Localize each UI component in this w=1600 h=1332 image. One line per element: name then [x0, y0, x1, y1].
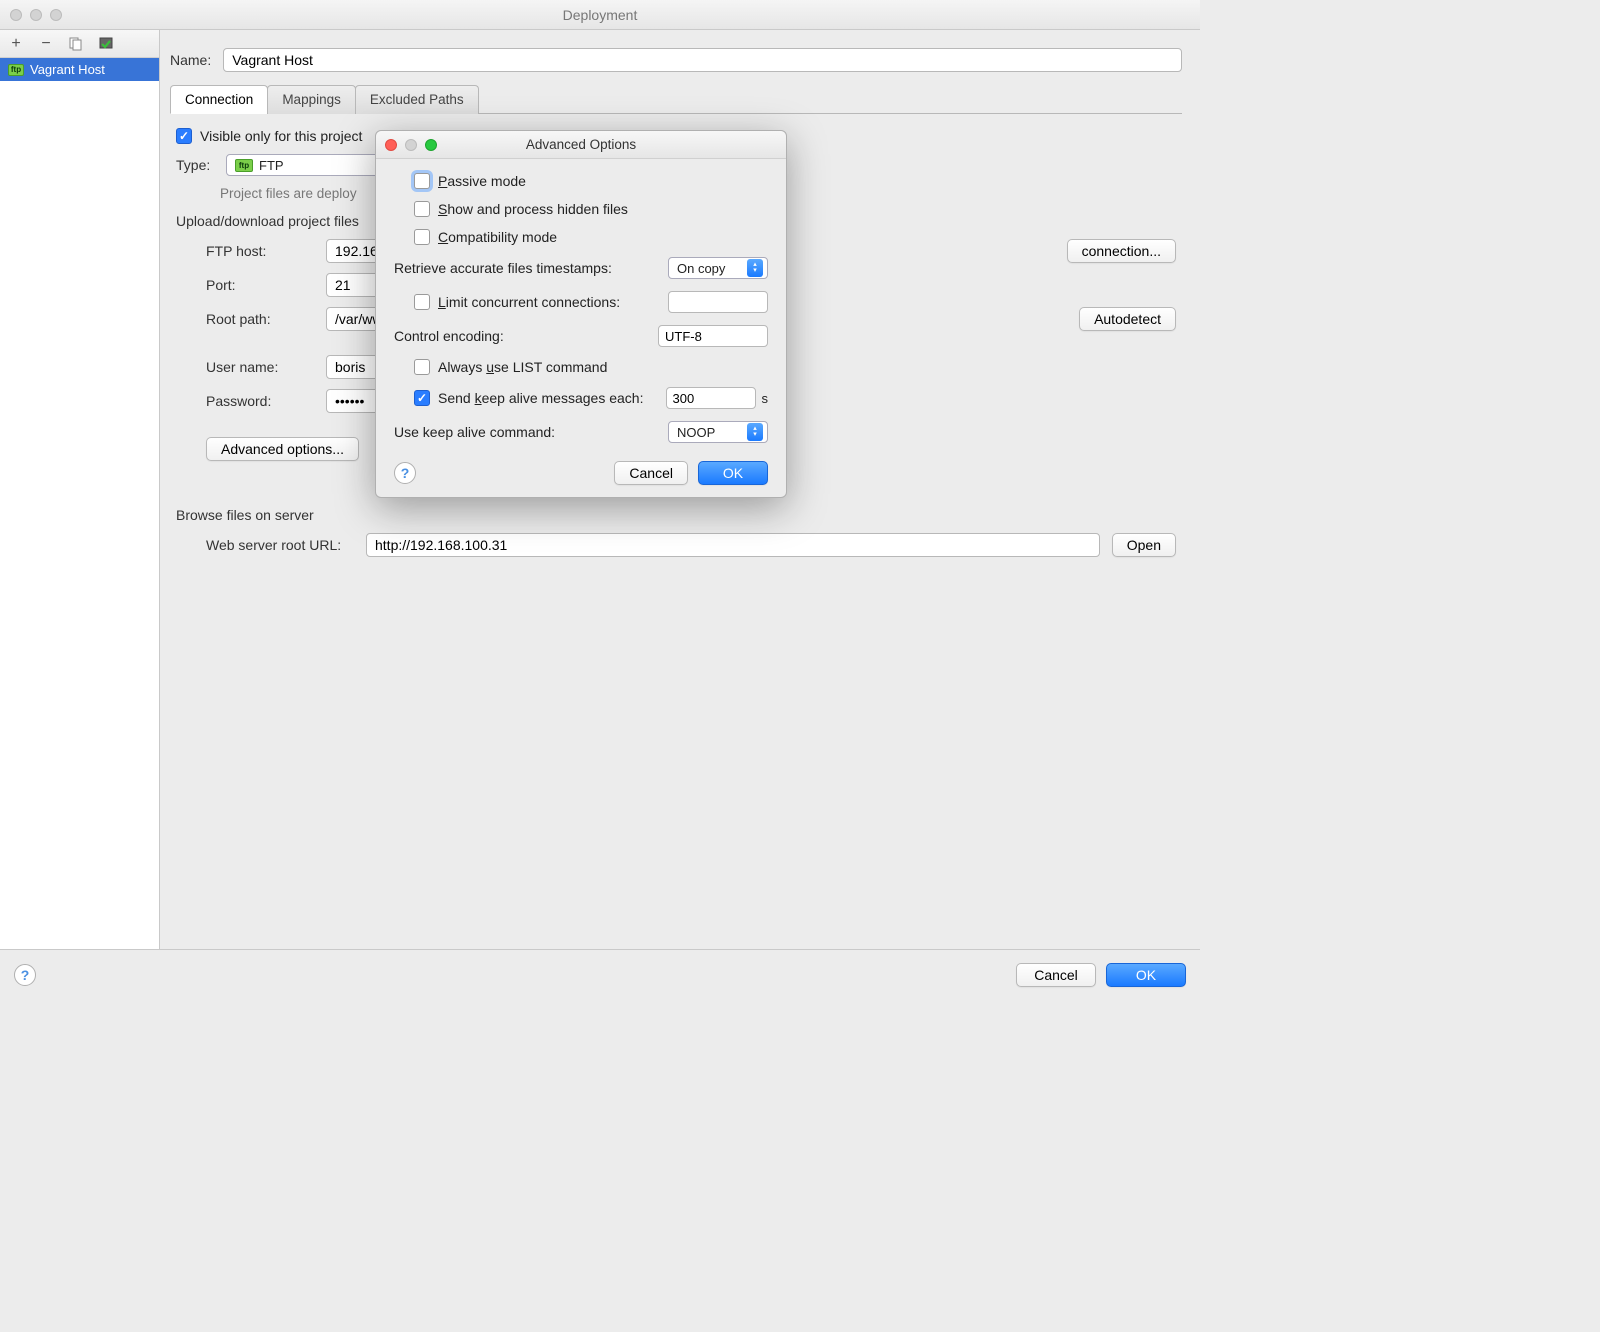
- autodetect-button[interactable]: Autodetect: [1079, 307, 1176, 331]
- encoding-input[interactable]: [658, 325, 768, 347]
- root-path-label: Root path:: [206, 311, 326, 327]
- keep-alive-cmd-select[interactable]: NOOP ▴▾: [668, 421, 768, 443]
- visible-only-label: Visible only for this project: [200, 128, 362, 144]
- cancel-button[interactable]: Cancel: [1016, 963, 1096, 987]
- tab-connection[interactable]: Connection: [170, 85, 268, 114]
- modal-cancel-button[interactable]: Cancel: [614, 461, 688, 485]
- server-item-vagrant-host[interactable]: ftp Vagrant Host: [0, 58, 159, 81]
- ftp-icon: ftp: [8, 64, 24, 76]
- name-input[interactable]: [223, 48, 1182, 72]
- limit-connections-checkbox[interactable]: [414, 294, 430, 310]
- web-url-input[interactable]: [366, 533, 1100, 557]
- copy-server-button[interactable]: [68, 36, 84, 52]
- keep-alive-cmd-label: Use keep alive command:: [394, 424, 668, 440]
- modal-title: Advanced Options: [376, 137, 786, 152]
- help-button[interactable]: ?: [14, 964, 36, 986]
- chevron-updown-icon: ▴▾: [747, 259, 763, 277]
- advanced-options-dialog: Advanced Options Passive mode Show and p…: [375, 130, 787, 498]
- keep-alive-checkbox[interactable]: [414, 390, 430, 406]
- passive-mode-checkbox[interactable]: [414, 173, 430, 189]
- server-item-label: Vagrant Host: [30, 62, 105, 77]
- compatibility-checkbox[interactable]: [414, 229, 430, 245]
- web-url-label: Web server root URL:: [206, 537, 366, 553]
- window-titlebar: Deployment: [0, 0, 1200, 30]
- keep-alive-label: Send keep alive messages each:: [438, 390, 666, 406]
- modal-ok-button[interactable]: OK: [698, 461, 768, 485]
- show-hidden-checkbox[interactable]: [414, 201, 430, 217]
- tab-bar: Connection Mappings Excluded Paths: [170, 84, 1182, 114]
- sidebar-toolbar: + −: [0, 30, 159, 58]
- chevron-updown-icon: ▴▾: [747, 423, 763, 441]
- use-list-label: Always use LIST command: [438, 359, 607, 375]
- add-server-button[interactable]: +: [8, 36, 24, 52]
- username-label: User name:: [206, 359, 326, 375]
- window-title: Deployment: [0, 7, 1200, 23]
- limit-connections-label: Limit concurrent connections:: [438, 294, 668, 310]
- dialog-footer: ? Cancel OK: [0, 949, 1200, 999]
- keep-alive-unit: s: [762, 391, 769, 406]
- remove-server-button[interactable]: −: [38, 36, 54, 52]
- modal-help-button[interactable]: ?: [394, 462, 416, 484]
- keep-alive-interval-input[interactable]: [666, 387, 756, 409]
- type-label: Type:: [176, 157, 226, 173]
- use-list-checkbox[interactable]: [414, 359, 430, 375]
- tab-mappings[interactable]: Mappings: [267, 85, 356, 114]
- timestamps-select[interactable]: On copy ▴▾: [668, 257, 768, 279]
- section-browse: Browse files on server: [176, 507, 1176, 523]
- ok-button[interactable]: OK: [1106, 963, 1186, 987]
- password-label: Password:: [206, 393, 326, 409]
- test-connection-button[interactable]: connection...: [1067, 239, 1176, 263]
- show-hidden-label: Show and process hidden files: [438, 201, 628, 217]
- port-label: Port:: [206, 277, 326, 293]
- ftp-icon: ftp: [235, 159, 253, 172]
- modal-titlebar: Advanced Options: [376, 131, 786, 159]
- compatibility-label: Compatibility mode: [438, 229, 557, 245]
- visible-only-checkbox[interactable]: [176, 128, 192, 144]
- tab-excluded-paths[interactable]: Excluded Paths: [355, 85, 479, 114]
- advanced-options-button[interactable]: Advanced options...: [206, 437, 359, 461]
- name-label: Name:: [170, 52, 211, 68]
- validate-server-button[interactable]: [98, 36, 114, 52]
- encoding-label: Control encoding:: [394, 328, 658, 344]
- ftp-host-label: FTP host:: [206, 243, 326, 259]
- sidebar: + − ftp Vagrant Host: [0, 30, 160, 949]
- timestamps-label: Retrieve accurate files timestamps:: [394, 260, 668, 276]
- passive-mode-label: Passive mode: [438, 173, 526, 189]
- limit-connections-input[interactable]: [668, 291, 768, 313]
- server-list: ftp Vagrant Host: [0, 58, 159, 949]
- open-url-button[interactable]: Open: [1112, 533, 1176, 557]
